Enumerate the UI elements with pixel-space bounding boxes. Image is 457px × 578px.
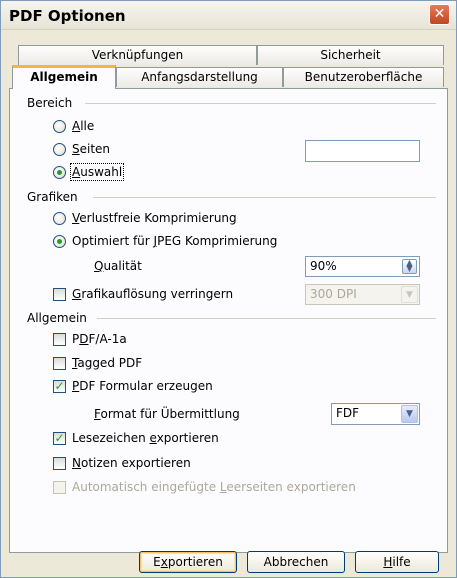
checkbox-grafikaufloesung[interactable]: Grafikauflösung verringern [53,285,233,303]
format-value: FDF [336,406,360,420]
checkbox [53,480,66,494]
chevron-down-icon: ▼ [401,286,418,303]
radio-seiten[interactable]: Seiten [53,140,110,158]
tab-label: Allgemein [30,70,98,84]
radio-alle[interactable]: Alle [53,117,94,135]
checkmark-icon[interactable]: ✓ [53,431,66,445]
checkbox[interactable] [53,356,66,370]
radio-button[interactable] [53,142,66,156]
checkbox-leerseiten-label: Automatisch eingefügte Leerseiten export… [72,480,356,494]
radio-jpeg[interactable]: Optimiert für JPEG Komprimierung [53,232,277,250]
checkbox-pdf-formular-label: PDF Formular erzeugen [72,379,213,393]
checkbox-pdfa-label: PDF/A-1a [72,332,127,346]
radio-auswahl[interactable]: Auswahl [53,163,125,181]
radio-verlustfrei[interactable]: Verlustfreie Komprimierung [53,209,237,227]
checkbox-notizen-label: Notizen exportieren [72,456,191,470]
radio-jpeg-label: Optimiert für JPEG Komprimierung [72,234,278,248]
tab-benutzeroberflaeche[interactable]: Benutzeroberfläche [283,67,444,87]
allgemein-separator [97,318,436,319]
grafiken-separator [93,197,436,198]
seiten-input[interactable] [305,140,420,162]
radio-button[interactable] [53,165,66,179]
bereich-group-label: Bereich [27,96,73,110]
checkbox-pdfa[interactable]: PDF/A-1a [53,330,127,348]
format-label: Format für Übermittlung [94,407,240,421]
checkmark-icon[interactable]: ✓ [53,379,66,393]
help-button[interactable]: Hilfe [355,551,439,573]
tab-label: Anfangsdarstellung [141,70,258,84]
checkbox[interactable] [53,456,66,470]
checkbox-lesezeichen[interactable]: ✓ Lesezeichen exportieren [53,429,219,447]
tab-sicherheit[interactable]: Sicherheit [257,45,444,65]
radio-button[interactable] [53,234,66,248]
checkbox[interactable] [53,332,66,346]
radio-verlustfrei-label: Verlustfreie Komprimierung [72,211,237,225]
checkbox[interactable] [53,287,66,301]
tab-anfangsdarstellung[interactable]: Anfangsdarstellung [116,67,283,87]
tab-label: Sicherheit [320,48,381,62]
title-bar[interactable]: PDF Optionen ✕ [1,1,456,30]
window-title: PDF Optionen [9,7,126,25]
chevron-down-icon[interactable]: ▼ [401,405,418,423]
radio-alle-label: Alle [72,119,95,133]
radio-seiten-label: Seiten [72,142,111,156]
tab-allgemein[interactable]: Allgemein [12,65,116,89]
qualitaet-value: 90% [310,259,337,273]
dpi-dropdown: 300 DPI ▼ [305,284,420,305]
checkbox-tagged-pdf-label: Tagged PDF [72,356,143,370]
checkbox-grafikaufloesung-label: Grafikauflösung verringern [72,287,234,301]
spin-updown-icon[interactable]: ▲ ▼ [402,259,417,274]
format-dropdown[interactable]: FDF ▼ [331,403,420,425]
qualitaet-spinbox[interactable]: 90% ▲ ▼ [305,256,420,277]
grafiken-group-label: Grafiken [27,190,78,204]
checkbox-tagged-pdf[interactable]: Tagged PDF [53,354,142,372]
tab-label: Verknüpfungen [91,48,184,62]
checkbox-lesezeichen-label: Lesezeichen exportieren [72,431,219,445]
dpi-value: 300 DPI [310,287,357,301]
export-button[interactable]: Exportieren [139,551,237,573]
close-icon[interactable]: ✕ [429,4,450,25]
bereich-separator [85,103,436,104]
tab-label: Benutzeroberfläche [304,70,423,84]
radio-button[interactable] [53,211,66,225]
cancel-button[interactable]: Abbrechen [247,551,345,573]
cancel-button-label: Abbrechen [263,555,329,569]
checkbox-pdf-formular[interactable]: ✓ PDF Formular erzeugen [53,377,213,395]
radio-auswahl-label: Auswahl [69,163,125,181]
qualitaet-label: Qualität [94,259,142,273]
radio-button[interactable] [53,119,66,133]
checkbox-leerseiten: Automatisch eingefügte Leerseiten export… [53,478,356,496]
allgemein-group-label: Allgemein [27,311,87,325]
checkbox-notizen[interactable]: Notizen exportieren [53,454,191,472]
pdf-options-dialog: PDF Optionen ✕ Verknüpfungen Sicherheit … [0,0,457,578]
tab-verknuepfungen[interactable]: Verknüpfungen [18,45,257,65]
